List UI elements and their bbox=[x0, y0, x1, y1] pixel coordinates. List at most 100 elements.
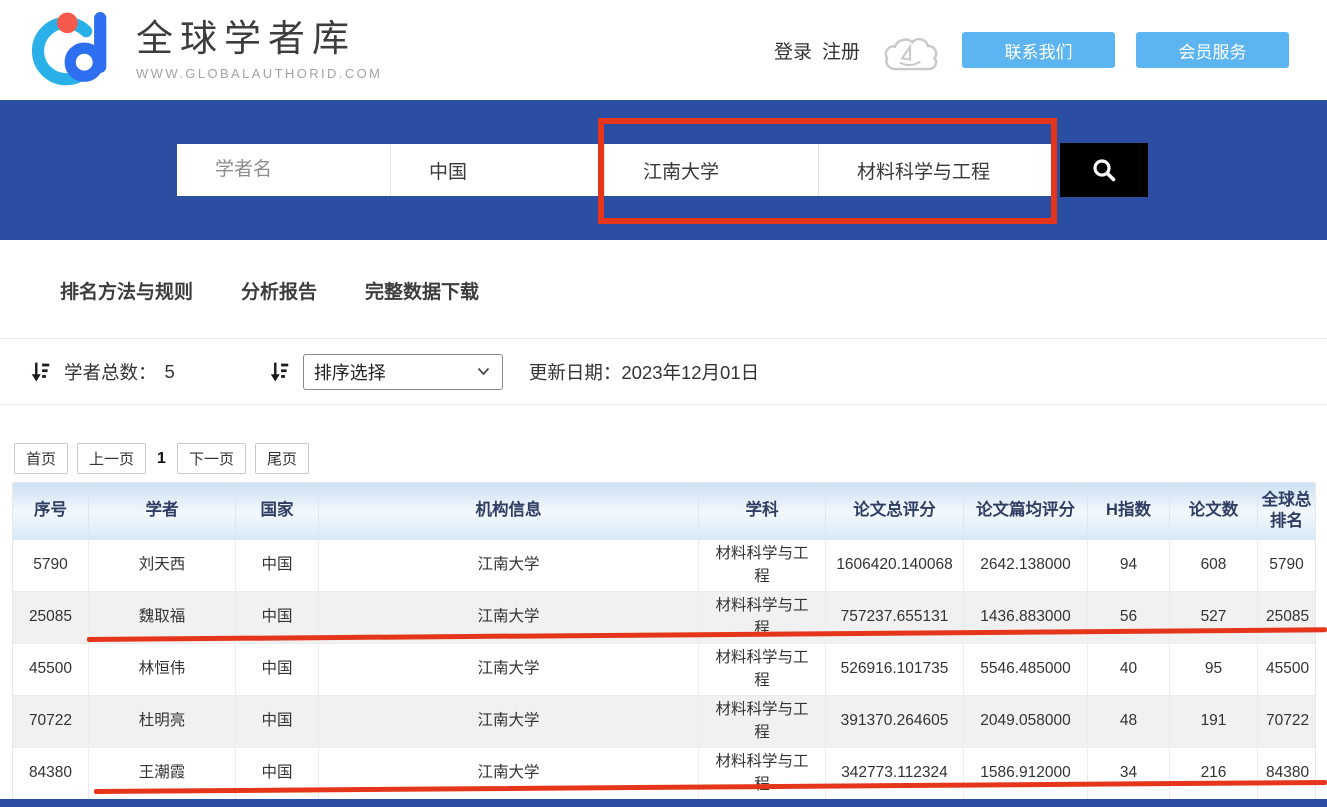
nav-row: 排名方法与规则 分析报告 完整数据下载 bbox=[0, 240, 1327, 338]
site-subtitle: WWW.GLOBALAUTHORID.COM bbox=[136, 66, 382, 81]
country-input[interactable] bbox=[391, 158, 604, 182]
pagination: 首页 上一页 1 下一页 尾页 bbox=[14, 443, 1327, 474]
table-cell: 95 bbox=[1170, 644, 1258, 696]
table-cell: 70722 bbox=[13, 696, 89, 748]
table-cell: 1436.883000 bbox=[964, 592, 1088, 644]
table-cell: 材料科学与工程 bbox=[699, 540, 826, 592]
institution-input[interactable] bbox=[605, 158, 818, 182]
table-cell: 757237.655131 bbox=[826, 592, 964, 644]
table-cell: 5790 bbox=[1258, 540, 1316, 592]
column-header: 论文数 bbox=[1170, 483, 1258, 540]
table-cell: 527 bbox=[1170, 592, 1258, 644]
table-cell: 中国 bbox=[236, 592, 319, 644]
column-header: 序号 bbox=[13, 483, 89, 540]
first-page-button[interactable]: 首页 bbox=[14, 443, 68, 474]
update-date-value: 2023年12月01日 bbox=[621, 359, 759, 385]
column-header: 论文篇均评分 bbox=[964, 483, 1088, 540]
column-header: 机构信息 bbox=[319, 483, 699, 540]
table-cell: 江南大学 bbox=[319, 592, 699, 644]
table-cell: 391370.264605 bbox=[826, 696, 964, 748]
table-row: 45500林恒伟中国江南大学材料科学与工程526916.1017355546.4… bbox=[13, 644, 1316, 696]
logo[interactable]: 全球学者库 WWW.GLOBALAUTHORID.COM bbox=[28, 8, 382, 92]
prev-page-button[interactable]: 上一页 bbox=[77, 443, 146, 474]
column-header: 国家 bbox=[236, 483, 319, 540]
contact-button[interactable]: 联系我们 bbox=[962, 32, 1115, 68]
search-button[interactable] bbox=[1060, 143, 1148, 197]
update-date: 更新日期：2023年12月01日 bbox=[529, 359, 759, 385]
table-cell: 216 bbox=[1170, 748, 1258, 800]
scholar-field bbox=[177, 144, 390, 196]
table-cell: 材料科学与工程 bbox=[699, 696, 826, 748]
chevron-down-icon bbox=[477, 367, 490, 376]
data-table: 序号学者国家机构信息学科论文总评分论文篇均评分H指数论文数全球总排名 5790刘… bbox=[12, 482, 1316, 800]
search-icon bbox=[1091, 157, 1117, 183]
country-field bbox=[390, 144, 604, 196]
table-cell: 江南大学 bbox=[319, 644, 699, 696]
table-cell: 5546.485000 bbox=[964, 644, 1088, 696]
table-cell: 江南大学 bbox=[319, 696, 699, 748]
subject-field bbox=[818, 144, 1052, 196]
brand-text: 全球学者库 WWW.GLOBALAUTHORID.COM bbox=[136, 19, 382, 82]
table-row: 84380王潮霞中国江南大学材料科学与工程342773.1123241586.9… bbox=[13, 748, 1316, 800]
scholar-total-value: 5 bbox=[165, 361, 175, 383]
table-row: 25085魏取福中国江南大学材料科学与工程757237.6551311436.8… bbox=[13, 592, 1316, 644]
header-right: 登录 注册 联系我们 会员服务 bbox=[774, 22, 1289, 78]
table-cell: 45500 bbox=[13, 644, 89, 696]
table-cell: 杜明亮 bbox=[89, 696, 236, 748]
table-cell: 5790 bbox=[13, 540, 89, 592]
table-cell: 45500 bbox=[1258, 644, 1316, 696]
search-row bbox=[177, 144, 1148, 197]
table-cell: 40 bbox=[1088, 644, 1170, 696]
scholar-input[interactable] bbox=[177, 158, 390, 182]
sort-select[interactable]: 排序选择 bbox=[303, 354, 503, 390]
table-cell: 中国 bbox=[236, 748, 319, 800]
table-cell: 中国 bbox=[236, 540, 319, 592]
table-cell: 江南大学 bbox=[319, 540, 699, 592]
table-header: 序号学者国家机构信息学科论文总评分论文篇均评分H指数论文数全球总排名 bbox=[13, 483, 1316, 540]
cloud-sailboat-icon bbox=[881, 32, 941, 78]
search-band bbox=[0, 100, 1327, 240]
table-cell: 25085 bbox=[13, 592, 89, 644]
table-cell: 刘天西 bbox=[89, 540, 236, 592]
auth-links: 登录 注册 bbox=[774, 37, 860, 64]
next-page-button[interactable]: 下一页 bbox=[177, 443, 246, 474]
table-header-row: 序号学者国家机构信息学科论文总评分论文篇均评分H指数论文数全球总排名 bbox=[13, 483, 1316, 540]
table-cell: 34 bbox=[1088, 748, 1170, 800]
table-cell: 56 bbox=[1088, 592, 1170, 644]
table-cell: 中国 bbox=[236, 696, 319, 748]
nav-ranking-rules[interactable]: 排名方法与规则 bbox=[60, 277, 193, 338]
table-cell: 25085 bbox=[1258, 592, 1316, 644]
table-cell: 2049.058000 bbox=[964, 696, 1088, 748]
sort-icon bbox=[269, 361, 291, 383]
login-link[interactable]: 登录 bbox=[774, 37, 812, 64]
nav-analysis-report[interactable]: 分析报告 bbox=[241, 277, 317, 338]
institution-field bbox=[604, 144, 818, 196]
table-cell: 林恒伟 bbox=[89, 644, 236, 696]
sort-select-value: 排序选择 bbox=[314, 359, 386, 385]
table-cell: 84380 bbox=[1258, 748, 1316, 800]
table-row: 5790刘天西中国江南大学材料科学与工程1606420.1400682642.1… bbox=[13, 540, 1316, 592]
table-cell: 94 bbox=[1088, 540, 1170, 592]
column-header: 学者 bbox=[89, 483, 236, 540]
member-button[interactable]: 会员服务 bbox=[1136, 32, 1289, 68]
footer-bar bbox=[0, 799, 1327, 807]
table-cell: 2642.138000 bbox=[964, 540, 1088, 592]
subject-input[interactable] bbox=[819, 158, 1052, 182]
table-cell: 342773.112324 bbox=[826, 748, 964, 800]
scholar-total-label: 学者总数： bbox=[64, 359, 157, 385]
table-cell: 魏取福 bbox=[89, 592, 236, 644]
filter-row: 学者总数： 5 排序选择 更新日期：2023年12月01日 bbox=[0, 338, 1327, 405]
table-cell: 48 bbox=[1088, 696, 1170, 748]
column-header: 学科 bbox=[699, 483, 826, 540]
logo-icon bbox=[28, 8, 118, 92]
site-title: 全球学者库 bbox=[136, 19, 382, 60]
table-cell: 70722 bbox=[1258, 696, 1316, 748]
table-cell: 中国 bbox=[236, 644, 319, 696]
nav-data-download[interactable]: 完整数据下载 bbox=[365, 277, 479, 338]
table-cell: 526916.101735 bbox=[826, 644, 964, 696]
last-page-button[interactable]: 尾页 bbox=[255, 443, 309, 474]
table-cell: 84380 bbox=[13, 748, 89, 800]
table-cell: 1586.912000 bbox=[964, 748, 1088, 800]
register-link[interactable]: 注册 bbox=[822, 37, 860, 64]
scholar-total: 学者总数： 5 bbox=[64, 359, 175, 385]
